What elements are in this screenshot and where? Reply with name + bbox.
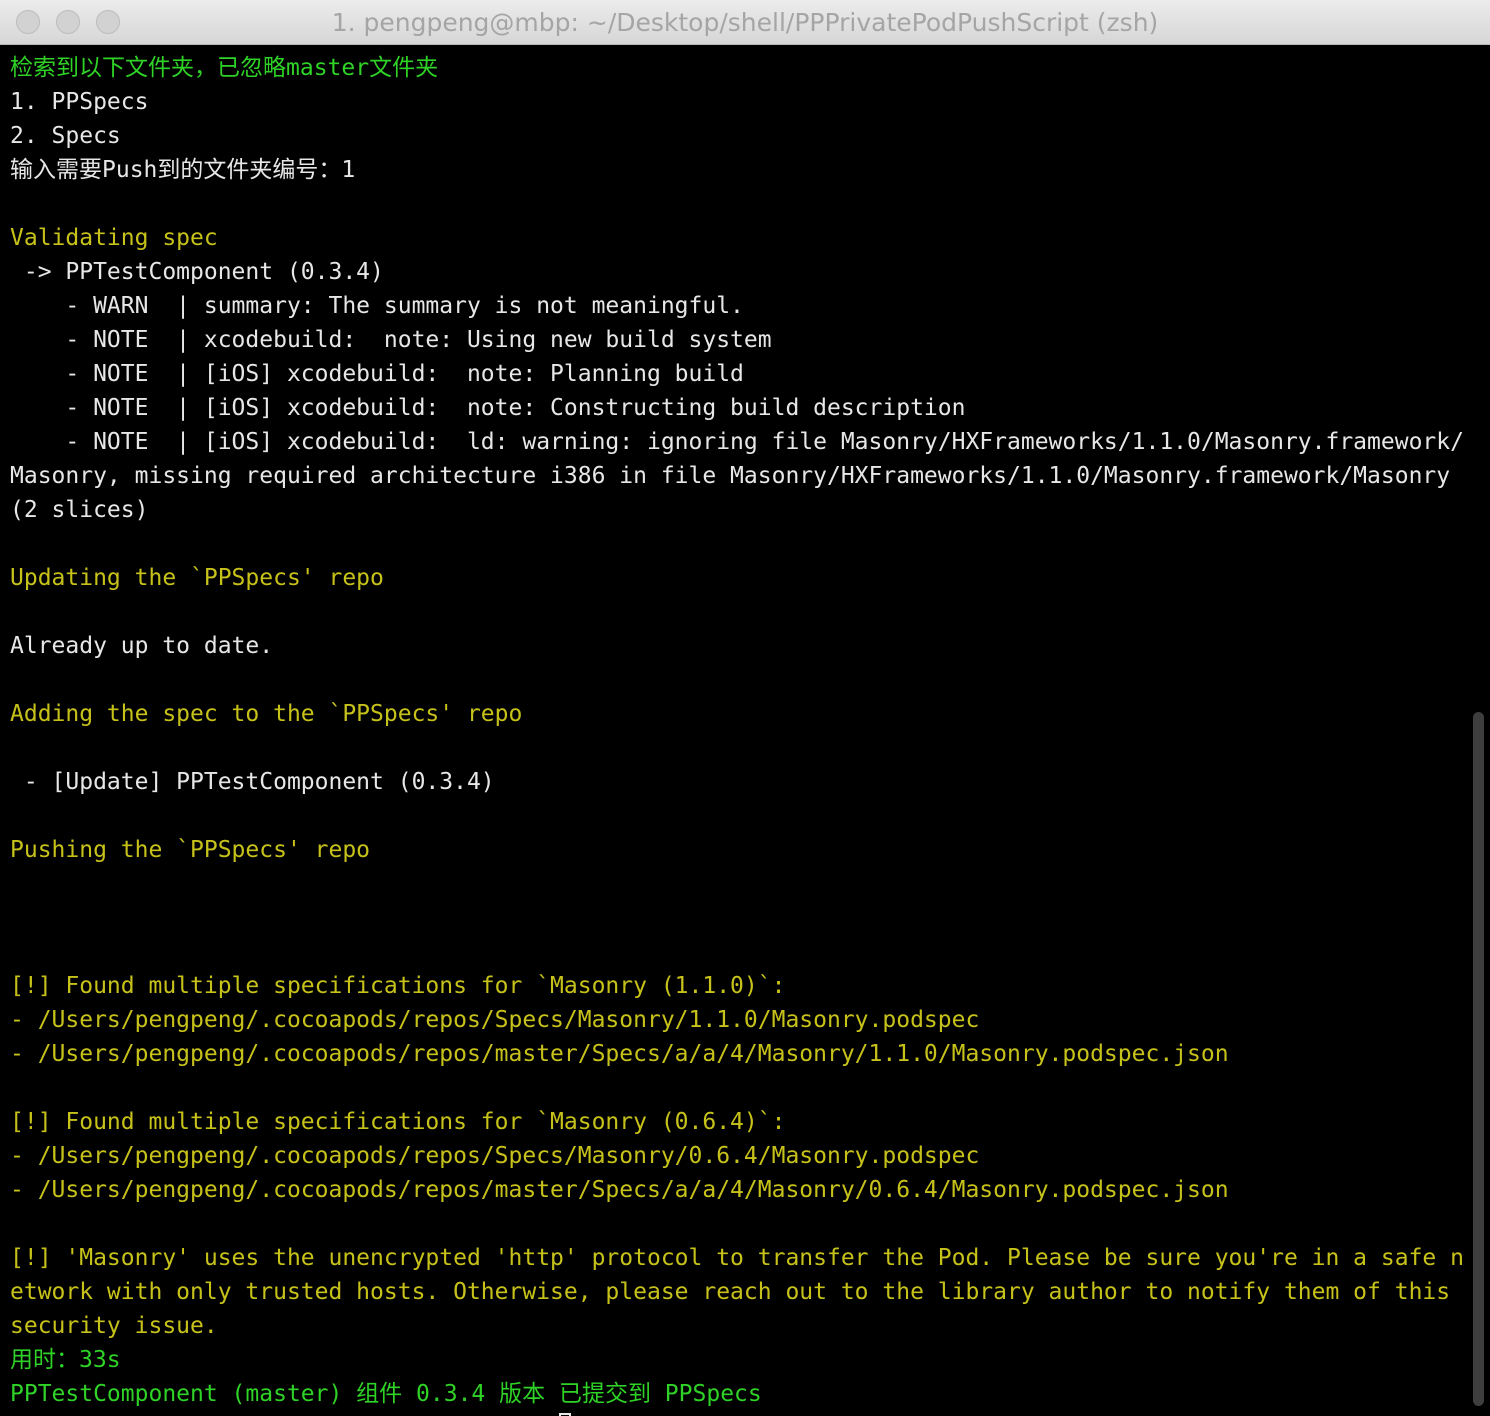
- window-title: 1. pengpeng@mbp: ~/Desktop/shell/PPPriva…: [331, 8, 1159, 37]
- terminal-line: Already up to date.: [10, 633, 274, 659]
- terminal-line: - [Update] PPTestComponent (0.3.4): [10, 769, 495, 795]
- terminal-line: (2 slices): [10, 497, 149, 523]
- terminal-window: 1. pengpeng@mbp: ~/Desktop/shell/PPPriva…: [0, 0, 1490, 1416]
- terminal-line: Updating the `PPSpecs' repo: [10, 565, 384, 591]
- terminal-line: 用时：33s: [10, 1347, 121, 1373]
- terminal-line: Validating spec: [10, 225, 218, 251]
- terminal-line: Masonry, missing required architecture i…: [10, 463, 1451, 489]
- git-prefix: git:(: [357, 1411, 426, 1416]
- terminal-output[interactable]: 检索到以下文件夹，已忽略master文件夹 1. PPSpecs 2. Specs 输…: [10, 51, 1476, 1416]
- title-bar: 1. pengpeng@mbp: ~/Desktop/shell/PPPriva…: [0, 0, 1490, 45]
- terminal-line: 输入需要Push到的文件夹编号：1: [10, 157, 356, 183]
- terminal-line: - NOTE | [iOS] xcodebuild: note: Plannin…: [10, 361, 744, 387]
- terminal-line: PPTestComponent (master) 组件 0.3.4 版本 已提交…: [10, 1381, 762, 1407]
- shell-prompt[interactable]: ➜ PPPrivatePodPushScript git:(master) ✗: [10, 1411, 1476, 1416]
- terminal-line: Adding the spec to the `PPSpecs' repo: [10, 701, 523, 727]
- prompt-arrow-icon: ➜: [10, 1411, 24, 1416]
- terminal-line: etwork with only trusted hosts. Otherwis…: [10, 1279, 1451, 1305]
- scrollbar-thumb[interactable]: [1473, 712, 1484, 1406]
- terminal-line: - /Users/pengpeng/.cocoapods/repos/maste…: [10, 1177, 1229, 1203]
- git-branch: master: [426, 1411, 509, 1416]
- terminal-line: 检索到以下文件夹，已忽略master文件夹: [10, 55, 439, 81]
- terminal-line: -> PPTestComponent (0.3.4): [10, 259, 384, 285]
- dirty-mark-icon: ✗: [535, 1411, 549, 1416]
- terminal-line: Pushing the `PPSpecs' repo: [10, 837, 371, 863]
- terminal-line: - NOTE | [iOS] xcodebuild: ld: warning: …: [10, 429, 1464, 455]
- current-directory: PPPrivatePodPushScript: [38, 1411, 343, 1416]
- terminal-line: - WARN | summary: The summary is not mea…: [10, 293, 744, 319]
- terminal-line: - NOTE | xcodebuild: note: Using new bui…: [10, 327, 772, 353]
- terminal-line: - NOTE | [iOS] xcodebuild: note: Constru…: [10, 395, 966, 421]
- terminal-line: 1. PPSpecs: [10, 89, 149, 115]
- git-suffix: ): [509, 1411, 523, 1416]
- terminal-line: 2. Specs: [10, 123, 121, 149]
- terminal-line: [!] 'Masonry' uses the unencrypted 'http…: [10, 1245, 1464, 1271]
- terminal-line: - /Users/pengpeng/.cocoapods/repos/Specs…: [10, 1143, 980, 1169]
- terminal-line: - /Users/pengpeng/.cocoapods/repos/maste…: [10, 1041, 1229, 1067]
- terminal-line: [!] Found multiple specifications for `M…: [10, 1109, 786, 1135]
- terminal-line: - /Users/pengpeng/.cocoapods/repos/Specs…: [10, 1007, 980, 1033]
- terminal-line: [!] Found multiple specifications for `M…: [10, 973, 786, 999]
- terminal-line: security issue.: [10, 1313, 218, 1339]
